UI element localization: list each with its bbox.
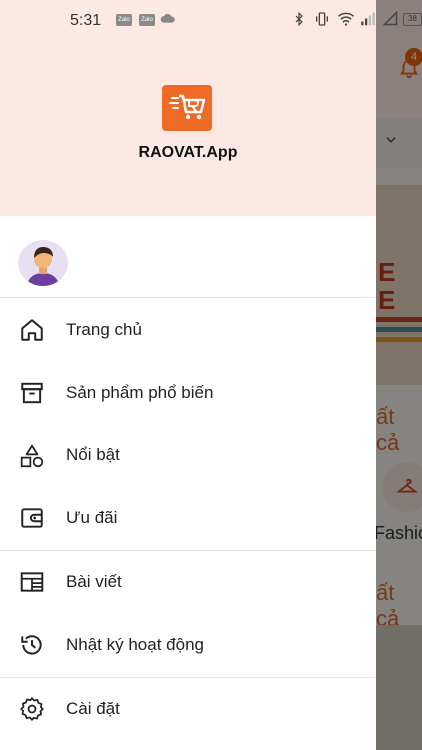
menu-label-deals: Ưu đãi	[66, 508, 118, 527]
battery-icon: 38	[403, 13, 422, 26]
menu-label-articles: Bài viết	[66, 572, 122, 591]
menu-label-settings: Cài đặt	[66, 699, 120, 718]
archive-box-icon	[21, 382, 43, 404]
signal-icon	[361, 12, 375, 26]
menu-label-home: Trang chủ	[66, 320, 142, 339]
app-name: RAOVAT.App	[138, 144, 238, 161]
menu-item-articles[interactable]: Bài viết	[0, 552, 376, 612]
wallet-icon	[21, 508, 43, 528]
home-icon	[21, 319, 43, 341]
gear-icon	[20, 697, 44, 721]
navigation-drawer: RAOVAT.App Trang chủ Sản phẩm phổ biến N…	[0, 0, 376, 750]
menu-item-activity-log[interactable]: Nhật ký hoạt động	[0, 615, 376, 675]
avatar[interactable]	[18, 240, 68, 286]
wifi-icon	[338, 12, 354, 26]
cart-logo-icon	[169, 94, 206, 120]
menu-item-deals[interactable]: Ưu đãi	[0, 488, 376, 548]
menu-item-settings[interactable]: Cài đặt	[0, 679, 376, 739]
status-time: 5:31	[70, 12, 102, 29]
user-avatar-icon	[27, 247, 59, 286]
divider	[0, 677, 376, 678]
signal-icon	[383, 11, 398, 26]
divider	[0, 550, 376, 551]
divider	[0, 297, 376, 298]
shapes-icon	[20, 444, 44, 468]
menu-label-featured: Nổi bật	[66, 445, 120, 464]
menu-label-popular-products: Sản phẩm phổ biến	[66, 383, 214, 402]
history-icon	[21, 635, 42, 655]
vibrate-icon	[316, 12, 328, 26]
zalo-notification-icon: Zalo	[116, 14, 132, 26]
bluetooth-icon	[295, 11, 303, 27]
menu-item-featured[interactable]: Nổi bật	[0, 425, 376, 485]
article-icon	[20, 572, 44, 592]
menu-item-popular-products[interactable]: Sản phẩm phổ biến	[0, 363, 376, 423]
status-bar: 5:31 Zalo Zalo 38	[0, 0, 422, 40]
cloud-icon	[160, 13, 175, 23]
menu-label-activity-log: Nhật ký hoạt động	[66, 635, 204, 654]
app-logo	[162, 85, 212, 131]
menu-item-home[interactable]: Trang chủ	[0, 300, 376, 360]
zalo-notification-icon: Zalo	[139, 14, 155, 26]
